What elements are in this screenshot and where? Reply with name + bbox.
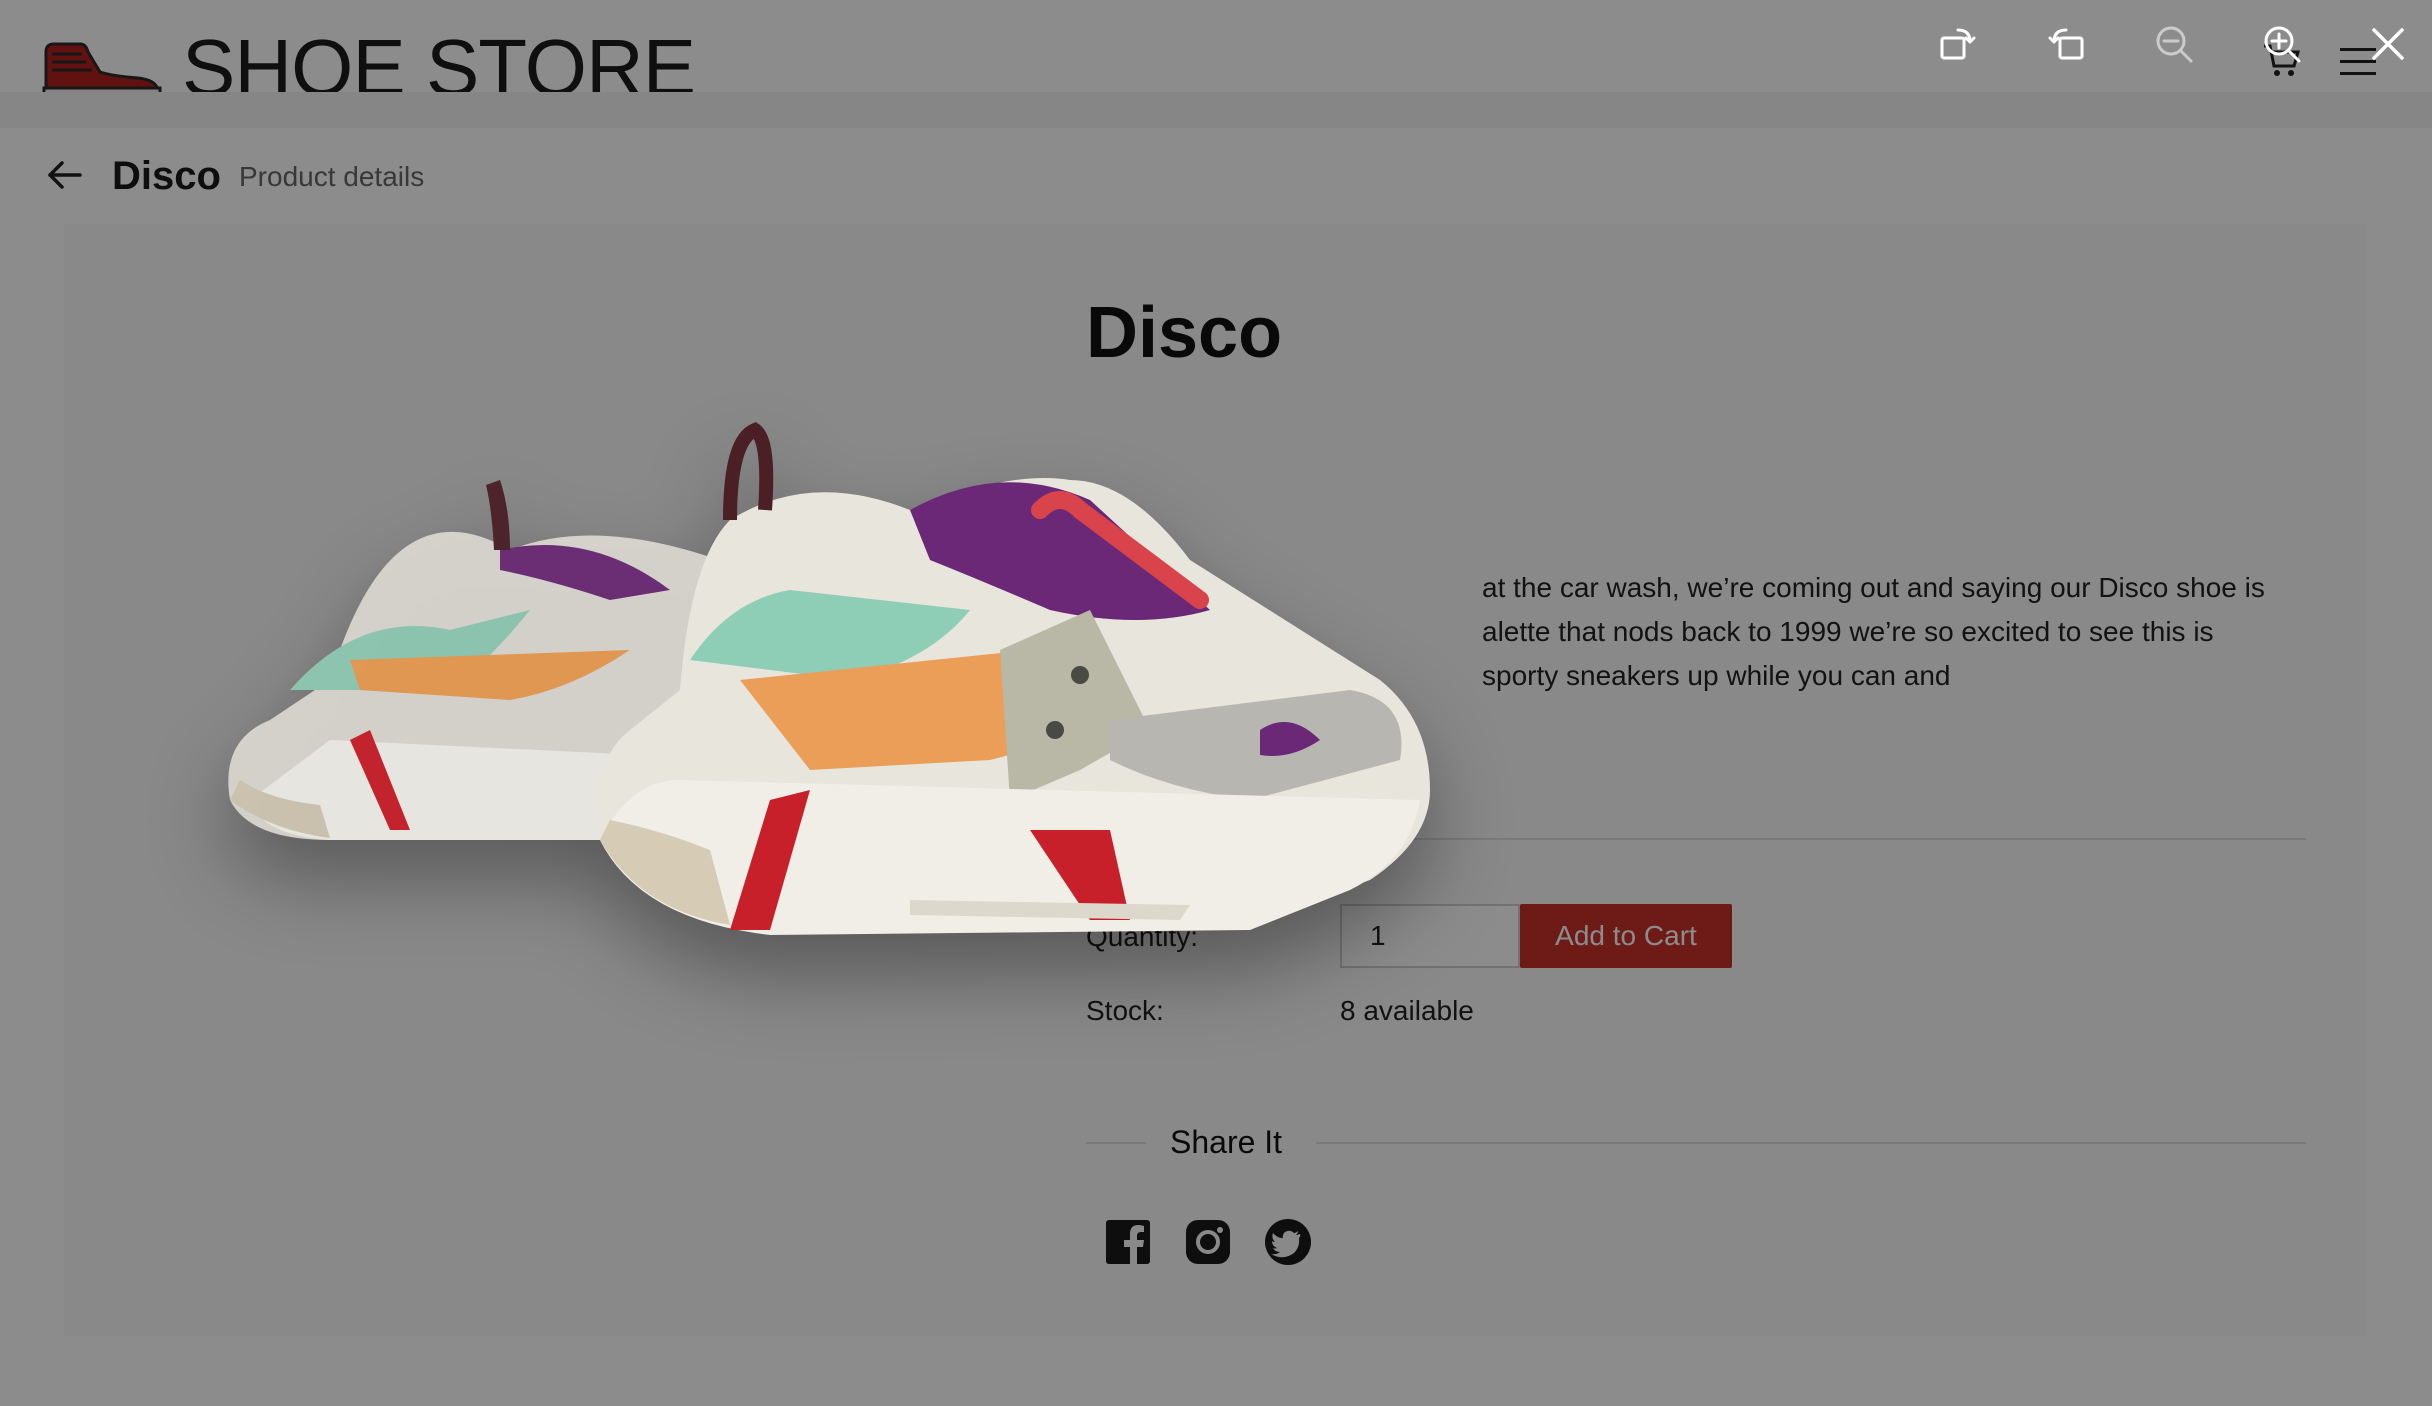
product-image[interactable] — [210, 360, 1850, 960]
zoom-in-icon[interactable] — [2260, 22, 2304, 66]
shoe-front — [598, 422, 1430, 935]
rotate-right-icon[interactable] — [2044, 22, 2088, 66]
rotate-left-icon[interactable] — [1936, 22, 1980, 66]
close-icon[interactable] — [2366, 22, 2410, 66]
app-root: SHOE STORE Disco Product details Disco a… — [0, 0, 2432, 1406]
zoom-out-icon[interactable] — [2152, 22, 2196, 66]
